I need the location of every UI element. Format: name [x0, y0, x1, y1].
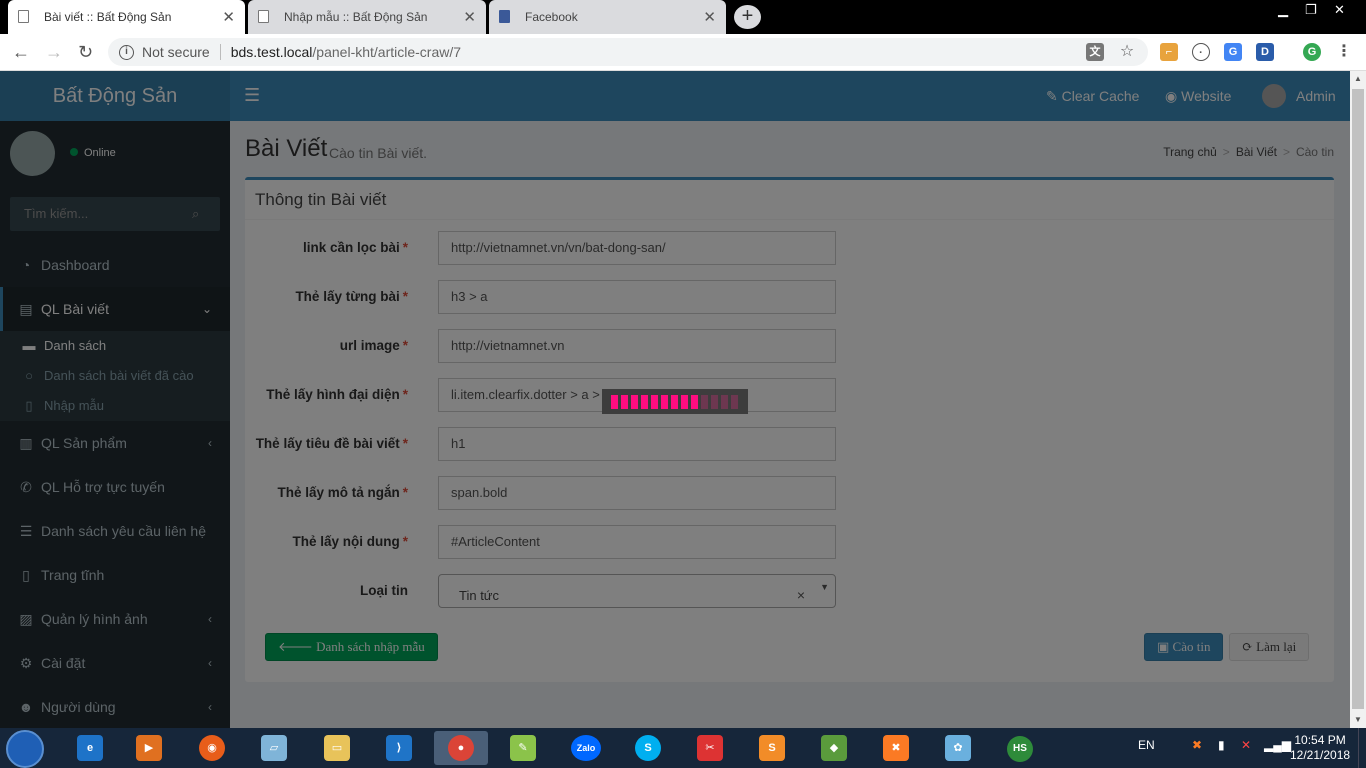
loader-bar: [671, 395, 678, 409]
profile-avatar[interactable]: G: [1303, 43, 1321, 61]
translate-icon[interactable]: 文: [1086, 43, 1104, 61]
loader-bar: [681, 395, 688, 409]
loader-bar: [651, 395, 658, 409]
media-player-icon[interactable]: ▶: [122, 731, 176, 765]
tab-title: Facebook: [525, 10, 578, 24]
scroll-up-icon[interactable]: ▲: [1354, 74, 1362, 83]
url-field[interactable]: i Not secure bds.test.local /panel-kht/a…: [108, 38, 1148, 66]
page-icon: [18, 10, 29, 23]
signal-icon[interactable]: ▂▄▆: [1264, 738, 1291, 752]
skype-icon[interactable]: S: [621, 731, 675, 765]
network-disconnected-icon[interactable]: ✕: [1241, 738, 1251, 752]
loader-bar: [611, 395, 618, 409]
sublime-text-icon[interactable]: S: [745, 731, 799, 765]
clock-time: 10:54 PM: [1294, 733, 1346, 747]
menu-icon[interactable]: ⋮: [1335, 43, 1353, 61]
address-bar: ← → ↻ i Not secure bds.test.local /panel…: [0, 34, 1366, 71]
loader-bar: [621, 395, 628, 409]
extension-icon[interactable]: ⌐: [1160, 43, 1178, 61]
bookmark-star-icon[interactable]: ☆: [1118, 43, 1136, 61]
loader-bar: [641, 395, 648, 409]
url-path: /panel-kht/article-craw/7: [312, 44, 462, 60]
tab-articles[interactable]: Bài viết :: Bất Động Sản ✕: [8, 0, 245, 34]
hs-app-icon[interactable]: HS: [993, 731, 1047, 765]
paint-icon[interactable]: ✿: [931, 731, 985, 765]
close-tab-icon[interactable]: ✕: [703, 8, 716, 26]
extension-icon[interactable]: ·: [1192, 43, 1210, 61]
close-tab-icon[interactable]: ✕: [222, 8, 235, 26]
back-arrow-icon[interactable]: ←: [12, 42, 30, 63]
windows-taskbar: e ▶ ◉ ▱ ▭ ⟩ ● ✎ Zalo S ✂ S ◆ ✖ ✿ HS EN ✖…: [0, 728, 1366, 768]
loader-bar: [701, 395, 708, 409]
start-button[interactable]: [6, 730, 44, 768]
url-host: bds.test.local: [230, 44, 313, 60]
firefox-icon[interactable]: ◉: [185, 731, 239, 765]
xampp-tray-icon[interactable]: ✖: [1192, 738, 1202, 752]
internet-explorer-icon[interactable]: e: [63, 731, 117, 765]
zalo-icon[interactable]: Zalo: [559, 731, 613, 765]
forward-arrow-icon[interactable]: →: [45, 42, 63, 63]
url-separator: [219, 44, 221, 60]
close-window-icon[interactable]: ✕: [1334, 2, 1345, 18]
loader-bar: [631, 395, 638, 409]
tab-title: Nhập mẫu :: Bất Động Sản: [284, 10, 428, 24]
loader-bar: [661, 395, 668, 409]
page-scrollbar[interactable]: ▲ ▼: [1350, 71, 1366, 728]
extension-d-icon[interactable]: D: [1256, 43, 1274, 61]
git-icon[interactable]: ◆: [807, 731, 861, 765]
new-tab-button[interactable]: +: [734, 5, 761, 29]
tab-import[interactable]: Nhập mẫu :: Bất Động Sản ✕: [248, 0, 486, 34]
xampp-icon[interactable]: ✖: [869, 731, 923, 765]
reload-icon[interactable]: ↻: [78, 42, 93, 63]
loader-bar: [711, 395, 718, 409]
language-indicator[interactable]: EN: [1138, 738, 1155, 752]
info-icon[interactable]: i: [119, 44, 134, 60]
loader-bar: [721, 395, 728, 409]
google-translate-icon[interactable]: G: [1224, 43, 1242, 61]
loader-bar: [691, 395, 698, 409]
loading-indicator: [602, 389, 748, 414]
system-clock[interactable]: 10:54 PM 12/21/2018: [1290, 733, 1350, 763]
page-icon: [258, 10, 269, 23]
restore-icon[interactable]: ❐: [1305, 2, 1317, 18]
scroll-thumb[interactable]: [1352, 89, 1364, 709]
minimize-icon[interactable]: ▁: [1278, 2, 1288, 18]
close-tab-icon[interactable]: ✕: [463, 8, 476, 26]
loader-bar: [731, 395, 738, 409]
notepad-icon[interactable]: ▱: [247, 731, 301, 765]
tab-facebook[interactable]: Facebook ✕: [489, 0, 726, 34]
chrome-icon[interactable]: ●: [434, 731, 488, 765]
show-desktop-button[interactable]: [1358, 728, 1366, 768]
vscode-icon[interactable]: ⟩: [372, 731, 426, 765]
clock-date: 12/21/2018: [1290, 748, 1351, 762]
scroll-down-icon[interactable]: ▼: [1354, 715, 1362, 724]
notepad-plus-icon[interactable]: ✎: [496, 731, 550, 765]
battery-icon[interactable]: ▮: [1218, 738, 1225, 752]
facebook-icon: [499, 10, 510, 23]
snipping-tool-icon[interactable]: ✂: [683, 731, 737, 765]
security-label: Not secure: [142, 44, 210, 60]
tab-title: Bài viết :: Bất Động Sản: [44, 10, 172, 24]
file-explorer-icon[interactable]: ▭: [310, 731, 364, 765]
browser-tab-strip: Bài viết :: Bất Động Sản ✕ Nhập mẫu :: B…: [0, 0, 1366, 34]
